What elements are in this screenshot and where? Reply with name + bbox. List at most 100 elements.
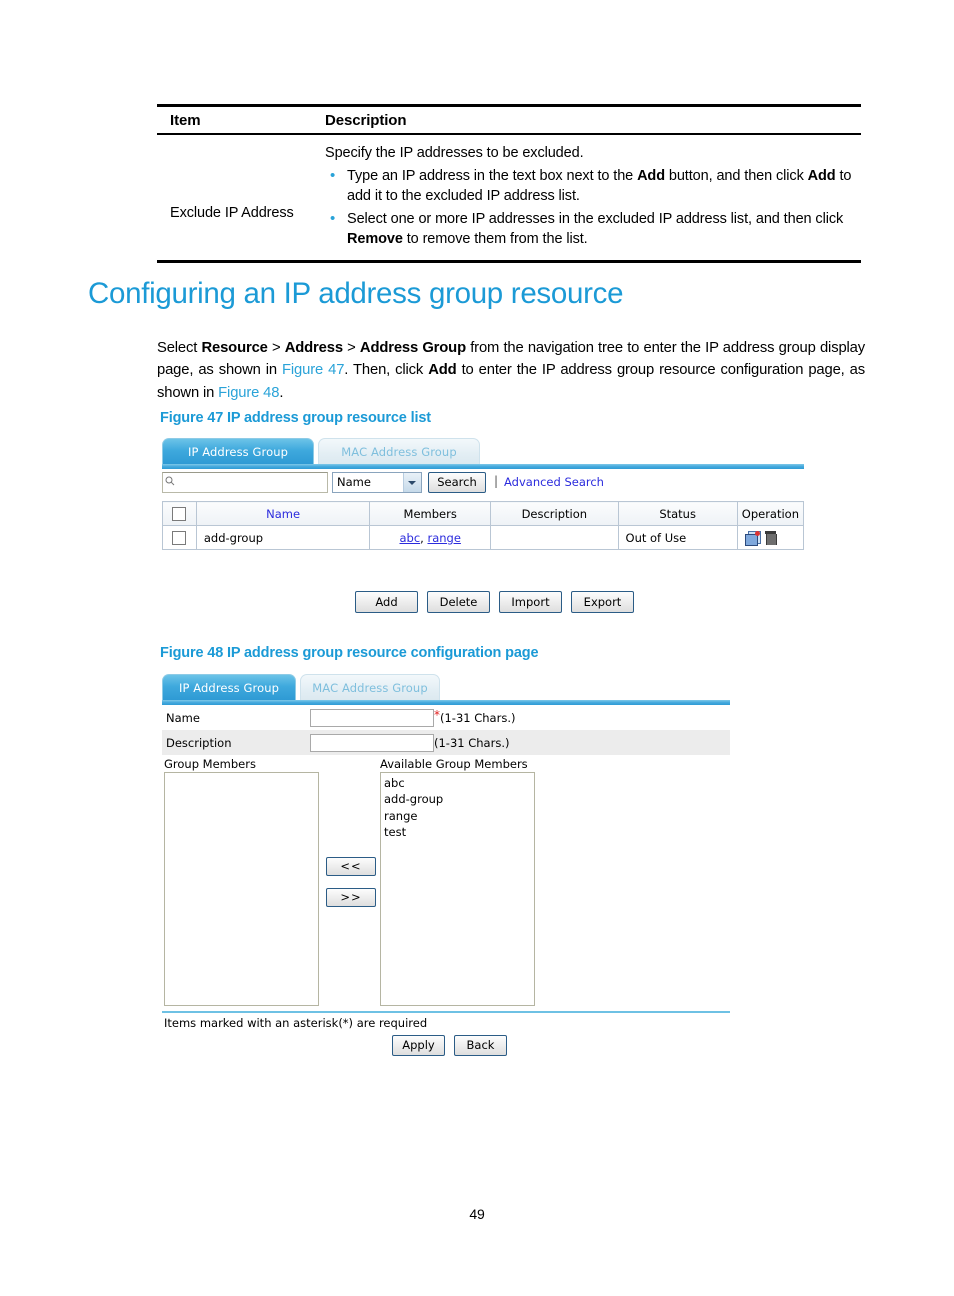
form-footer-rule <box>162 1011 730 1013</box>
member-link-abc[interactable]: abc <box>399 531 420 545</box>
member-transfer-panel: Group Members << >> Available Group Memb… <box>162 757 730 1009</box>
intro-b2: Address <box>284 340 343 356</box>
form-row-description: Description (1-31 Chars.) <box>162 730 730 755</box>
back-button[interactable]: Back <box>454 1035 507 1056</box>
col-status: Status <box>617 501 738 526</box>
required-footnote: Items marked with an asterisk(*) are req… <box>164 1016 428 1030</box>
search-input[interactable] <box>162 472 328 493</box>
xref-figure-47[interactable]: Figure 47 <box>282 362 344 378</box>
move-left-button[interactable]: << <box>326 857 376 876</box>
search-field-select-value: Name <box>337 475 371 489</box>
col-members: Members <box>369 501 492 526</box>
intro-t1: Select <box>157 340 202 356</box>
page-title: Configuring an IP address group resource <box>88 277 624 310</box>
intro-b1: Resource <box>201 340 268 356</box>
bullet-dot-icon: • <box>330 167 336 184</box>
transfer-buttons: << >> <box>326 857 376 907</box>
bullet-dot-icon: • <box>330 210 336 227</box>
list-item[interactable]: test <box>384 824 531 840</box>
delete-icon[interactable] <box>764 530 777 545</box>
bullet2-bold1: Remove <box>347 231 403 247</box>
col-operation: Operation <box>736 501 805 526</box>
tab-ip-address-group[interactable]: IP Address Group <box>162 438 314 464</box>
page-number: 49 <box>469 1206 485 1222</box>
tabstrip: IP Address Group MAC Address Group <box>162 438 804 464</box>
member-link-range[interactable]: range <box>427 531 460 545</box>
table-header-row: Name Members Description Status Operatio… <box>162 501 805 526</box>
intro-sep1: > <box>267 340 285 356</box>
reference-table-header-row: Item Description <box>157 107 861 133</box>
address-group-table: Name Members Description Status Operatio… <box>162 501 805 550</box>
col-description: Description <box>490 501 619 526</box>
list-item[interactable]: add-group <box>384 791 531 807</box>
search-toolbar: Name Search | Advanced Search <box>162 472 804 497</box>
edit-icon[interactable] <box>744 530 761 546</box>
tab-ip-address-group[interactable]: IP Address Group <box>162 674 296 700</box>
cell-operation <box>736 525 805 550</box>
bullet1-bold1: Add <box>637 168 665 184</box>
list-item: • Type an IP address in the text box next… <box>330 166 861 206</box>
list-item[interactable]: abc <box>384 775 531 791</box>
list-item: • Select one or more IP addresses in the … <box>330 209 861 249</box>
tabstrip: IP Address Group MAC Address Group <box>162 674 730 700</box>
cell-name: add-group <box>195 525 371 550</box>
bullet1-text1: Type an IP address in the text box next … <box>347 168 638 184</box>
import-button[interactable]: Import <box>499 591 562 613</box>
cell-status: Out of Use <box>617 525 738 550</box>
advanced-search-link[interactable]: Advanced Search <box>504 475 604 489</box>
cell-item-label: Exclude IP Address <box>170 205 294 221</box>
group-members-listbox[interactable] <box>164 772 319 1006</box>
xref-figure-48[interactable]: Figure 48 <box>218 385 279 401</box>
description-bullet-list: • Type an IP address in the text box next… <box>325 166 861 249</box>
export-button[interactable]: Export <box>571 591 634 613</box>
header-item: Item <box>170 112 201 129</box>
group-members-label: Group Members <box>164 757 256 771</box>
row-checkbox[interactable] <box>172 530 187 545</box>
name-label: Name <box>166 710 200 725</box>
chevron-down-icon[interactable] <box>403 473 421 492</box>
intro-paragraph: Select Resource > Address > Address Grou… <box>157 337 865 404</box>
intro-b4: Add <box>428 362 457 379</box>
reference-table: Item Description Exclude IP Address Spec… <box>157 104 861 263</box>
available-group-members-listbox[interactable]: abc add-group range test <box>380 772 535 1006</box>
cell-members: abc, range <box>369 525 492 550</box>
figure-47-caption: Figure 47 IP address group resource list <box>160 410 431 426</box>
table-rule-bottom <box>157 260 861 263</box>
bullet2-text1: Select one or more IP addresses in the e… <box>347 211 844 227</box>
intro-t5: . <box>279 384 284 401</box>
intro-t3: . Then, click <box>344 362 429 379</box>
select-all-checkbox[interactable] <box>172 506 187 521</box>
search-icon <box>165 476 175 486</box>
search-button[interactable]: Search <box>428 472 486 493</box>
header-description: Description <box>325 112 407 129</box>
apply-button[interactable]: Apply <box>392 1035 445 1056</box>
row-select-cell[interactable] <box>162 525 197 550</box>
cell-description: Specify the IP addresses to be excluded.… <box>325 143 861 252</box>
bullet1-bold2: Add <box>807 168 836 184</box>
bullet2-text2: to remove them from the list. <box>402 231 588 247</box>
description-field[interactable] <box>310 733 434 752</box>
intro-b3: Address Group <box>359 340 466 356</box>
form-row-name: Name * (1-31 Chars.) <box>162 705 730 730</box>
description-intro: Specify the IP addresses to be excluded. <box>325 145 584 161</box>
delete-button[interactable]: Delete <box>427 591 490 613</box>
tab-mac-address-group[interactable]: MAC Address Group <box>318 438 480 464</box>
bullet1-text2: button, and then click <box>664 168 808 184</box>
intro-sep2: > <box>342 340 360 356</box>
name-field[interactable] <box>310 708 434 727</box>
list-item[interactable]: range <box>384 808 531 824</box>
reference-table-row: Exclude IP Address Specify the IP addres… <box>157 135 861 260</box>
figure-48-screenshot: IP Address Group MAC Address Group Name … <box>162 674 730 1030</box>
tab-mac-address-group[interactable]: MAC Address Group <box>300 674 440 700</box>
cell-description <box>490 525 619 550</box>
description-hint: (1-31 Chars.) <box>434 735 510 750</box>
required-asterisk: * <box>434 707 440 722</box>
available-group-members-label: Available Group Members <box>380 757 528 771</box>
col-select-all[interactable] <box>162 501 197 526</box>
move-right-button[interactable]: >> <box>326 888 376 907</box>
search-field-select[interactable]: Name <box>332 472 422 493</box>
col-name[interactable]: Name <box>195 501 371 526</box>
figure-47-screenshot: IP Address Group MAC Address Group Name … <box>162 438 805 550</box>
figure-48-caption: Figure 48 IP address group resource conf… <box>160 645 539 661</box>
add-button[interactable]: Add <box>355 591 418 613</box>
